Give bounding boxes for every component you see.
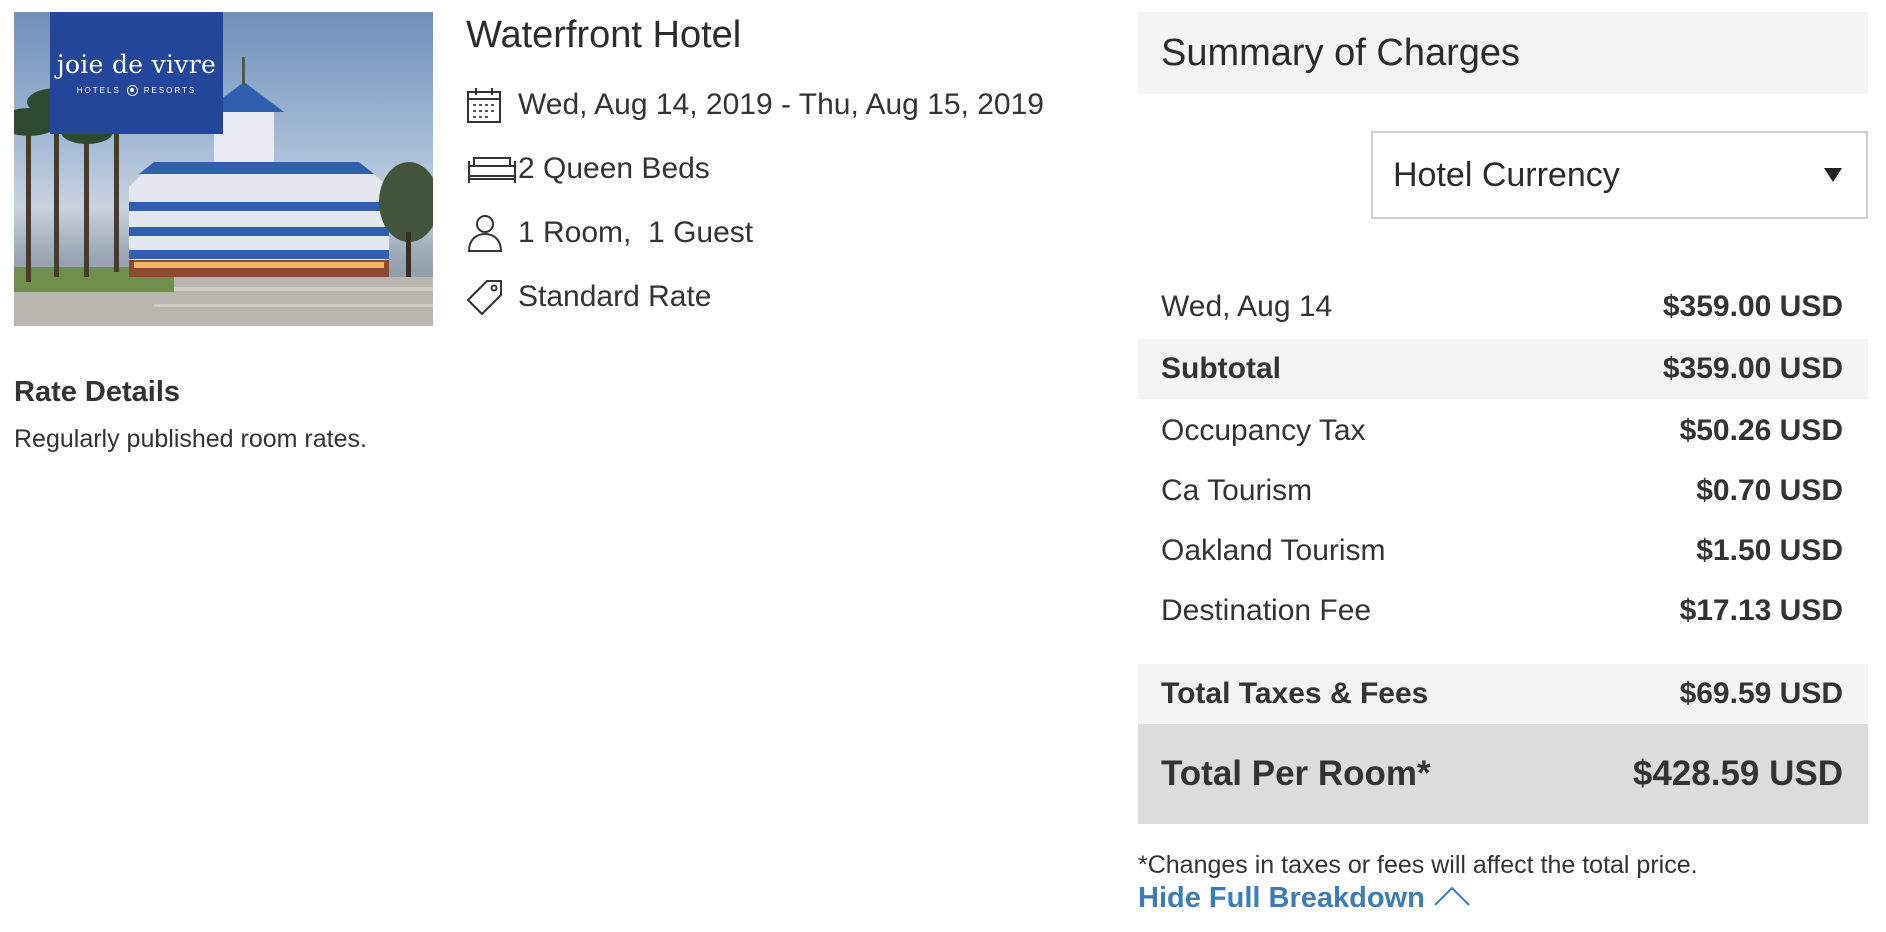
subtotal-label: Subtotal [1161, 352, 1281, 385]
tax-footnote: *Changes in taxes or fees will affect th… [1138, 851, 1698, 879]
currency-select-value: Hotel Currency [1393, 155, 1620, 194]
logo-sub-right: RESORTS [143, 86, 197, 95]
summary-title: Summary of Charges [1138, 12, 1868, 94]
currency-select[interactable]: Hotel Currency [1371, 131, 1868, 219]
brand-logo: joie de vivre HOTELS RESORTS [50, 12, 223, 134]
total-taxes-amount: $69.59 USD [1679, 677, 1843, 710]
room-guests: 1 Room, 1 Guest [466, 211, 753, 255]
tag-icon [466, 275, 518, 319]
total-per-room-amount: $428.59 USD [1632, 754, 1843, 793]
rate-type-text: Standard Rate [518, 280, 712, 313]
tax-amount: $1.50 USD [1696, 534, 1843, 567]
bed-icon [466, 147, 518, 191]
room-guests-text: 1 Room, 1 Guest [518, 216, 754, 249]
tax-amount: $0.70 USD [1696, 474, 1843, 507]
rate-details-title: Rate Details [14, 376, 181, 408]
logo-sub-left: HOTELS [76, 86, 121, 95]
total-per-room-label: Total Per Room* [1161, 754, 1431, 793]
rate-type: Standard Rate [466, 275, 711, 319]
tax-amount: $50.26 USD [1679, 414, 1843, 447]
charge-amount: $359.00 USD [1662, 290, 1843, 323]
tax-label: Occupancy Tax [1161, 414, 1366, 447]
logo-subtitle: HOTELS RESORTS [77, 85, 197, 96]
bed-type: 2 Queen Beds [466, 147, 710, 191]
tax-label: Oakland Tourism [1161, 534, 1386, 567]
summary-title-text: Summary of Charges [1161, 31, 1521, 74]
nightly-charge-row: Wed, Aug 14 $359.00 USD [1138, 277, 1868, 337]
tax-row: Oakland Tourism $1.50 USD [1138, 521, 1868, 581]
subtotal-row: Subtotal $359.00 USD [1138, 339, 1868, 399]
calendar-icon [466, 83, 518, 127]
rate-details-description: Regularly published room rates. [14, 425, 367, 453]
tax-label: Destination Fee [1161, 594, 1372, 627]
stay-dates: Wed, Aug 14, 2019 - Thu, Aug 15, 2019 [466, 83, 1044, 127]
total-taxes-row: Total Taxes & Fees $69.59 USD [1138, 664, 1868, 724]
tax-amount: $17.13 USD [1679, 594, 1843, 627]
bed-type-text: 2 Queen Beds [518, 152, 710, 185]
booking-summary-page: joie de vivre HOTELS RESORTS Waterfront … [0, 0, 1886, 932]
tax-row: Occupancy Tax $50.26 USD [1138, 401, 1868, 461]
hide-breakdown-link[interactable]: Hide Full Breakdown [1138, 882, 1471, 915]
stay-dates-text: Wed, Aug 14, 2019 - Thu, Aug 15, 2019 [518, 88, 1044, 121]
logo-wordmark: joie de vivre [56, 50, 217, 79]
hotel-photo: joie de vivre HOTELS RESORTS [14, 12, 433, 326]
chevron-up-icon [1433, 882, 1471, 915]
person-icon [466, 211, 518, 255]
total-per-room-row: Total Per Room* $428.59 USD [1138, 724, 1868, 824]
total-taxes-label: Total Taxes & Fees [1161, 677, 1429, 710]
charge-label: Wed, Aug 14 [1161, 290, 1333, 323]
summary-of-charges: Summary of Charges Hotel Currency Wed, A… [1138, 12, 1868, 824]
hide-breakdown-label: Hide Full Breakdown [1138, 882, 1425, 914]
hotel-name: Waterfront Hotel [466, 14, 742, 56]
tax-row: Destination Fee $17.13 USD [1138, 581, 1868, 641]
chevron-down-icon [1824, 168, 1842, 182]
subtotal-amount: $359.00 USD [1662, 352, 1843, 385]
tax-row: Ca Tourism $0.70 USD [1138, 461, 1868, 521]
tax-label: Ca Tourism [1161, 474, 1313, 507]
logo-mark-icon [126, 85, 138, 96]
